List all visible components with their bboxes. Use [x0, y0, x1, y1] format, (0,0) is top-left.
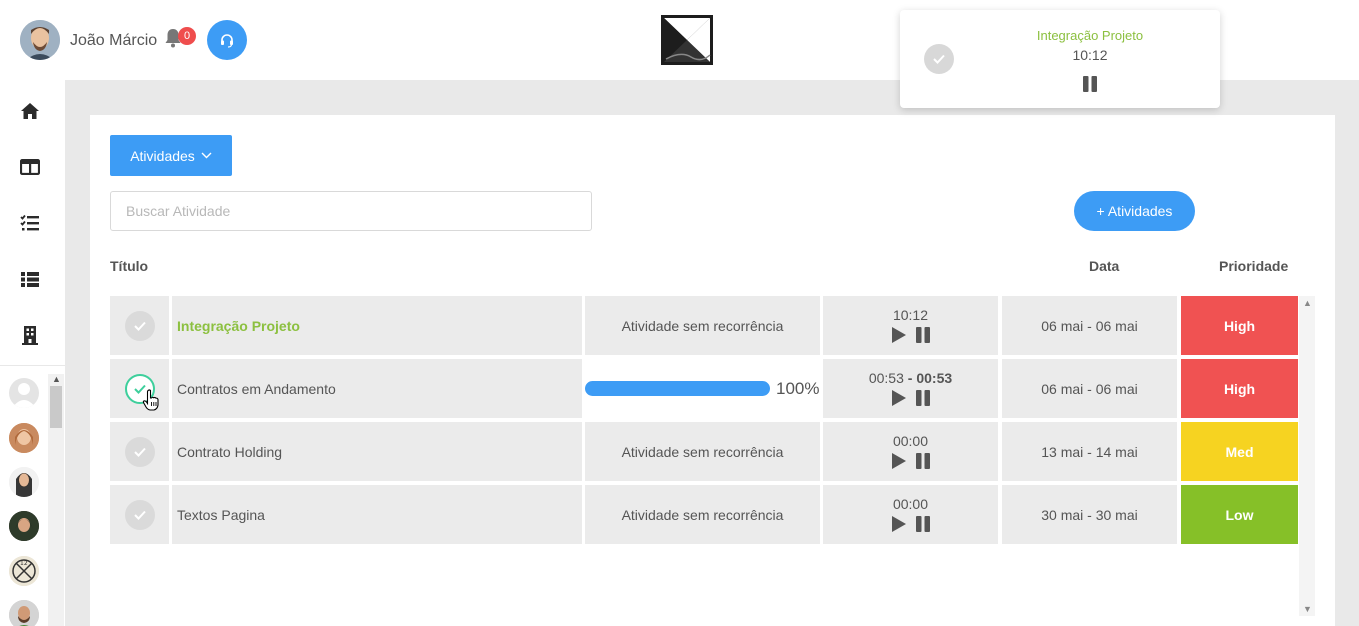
timer-value: 00:00 — [892, 496, 929, 512]
pause-icon[interactable] — [915, 390, 931, 406]
row-check-cell — [110, 422, 169, 481]
pause-icon — [1083, 76, 1097, 92]
members-scrollbar[interactable]: ▲ — [48, 374, 64, 626]
timer-cell: 00:53 - 00:53 — [823, 359, 998, 418]
date-range: 06 mai - 06 mai — [1002, 296, 1177, 355]
check-icon — [133, 321, 146, 331]
recurrence-label: Atividade sem recorrência — [585, 485, 820, 544]
check-icon — [133, 510, 146, 520]
scroll-down-icon[interactable]: ▼ — [1303, 604, 1312, 614]
support-button[interactable] — [207, 20, 247, 60]
column-header-date: Data — [1089, 258, 1120, 274]
priority-badge: Med — [1181, 422, 1298, 481]
progress-bar — [585, 381, 770, 396]
priority-badge: High — [1181, 359, 1298, 418]
activities-dropdown-button[interactable]: Atividades — [110, 135, 232, 176]
list-icon[interactable] — [19, 268, 41, 290]
priority-badge: Low — [1181, 485, 1298, 544]
notification-badge: 0 — [178, 27, 196, 45]
chevron-down-icon — [201, 152, 212, 159]
date-range: 06 mai - 06 mai — [1002, 359, 1177, 418]
member-avatar[interactable] — [9, 467, 39, 497]
active-timer-time: 10:12 — [1072, 47, 1108, 63]
recurrence-label: Atividade sem recorrência — [585, 296, 820, 355]
scroll-up-icon[interactable]: ▲ — [52, 374, 61, 384]
home-icon[interactable] — [19, 100, 41, 122]
member-avatar[interactable] — [9, 511, 39, 541]
scroll-thumb[interactable] — [50, 386, 62, 428]
table-scrollbar[interactable]: ▲ ▼ — [1299, 296, 1315, 616]
timer-cell: 00:00 — [823, 422, 998, 481]
hand-cursor-icon — [142, 389, 160, 416]
add-activity-button[interactable]: + Atividades — [1074, 191, 1195, 231]
member-avatar[interactable]: 12 — [9, 556, 39, 586]
date-range: 13 mai - 14 mai — [1002, 422, 1177, 481]
active-timer-title: Integração Projeto — [1036, 28, 1144, 43]
active-timer-card: Integração Projeto 10:12 — [900, 10, 1220, 108]
check-icon — [133, 447, 146, 457]
complete-activity-button[interactable] — [124, 436, 155, 467]
timer-cell: 00:00 — [823, 485, 998, 544]
activity-title[interactable]: Textos Pagina — [172, 485, 582, 544]
row-check-cell — [110, 359, 169, 418]
row-check-cell — [110, 296, 169, 355]
pause-icon[interactable] — [915, 516, 931, 532]
column-header-title: Título — [110, 258, 149, 274]
row-check-cell — [110, 485, 169, 544]
timer-cell: 10:12 — [823, 296, 998, 355]
progress-label: 100% — [776, 378, 820, 398]
team-members-list: 12 ▲ — [0, 365, 65, 626]
play-icon[interactable] — [891, 389, 907, 407]
timer-value: 10:12 — [892, 307, 929, 323]
timer-value: 00:00 — [892, 433, 929, 449]
pause-icon[interactable] — [915, 327, 931, 343]
columns-icon[interactable] — [19, 156, 41, 178]
play-icon[interactable] — [891, 452, 907, 470]
member-avatar[interactable] — [9, 600, 39, 626]
activities-dropdown-label: Atividades — [130, 147, 195, 164]
scroll-up-icon[interactable]: ▲ — [1303, 298, 1312, 308]
timer-total: - 00:53 — [907, 370, 953, 386]
play-icon[interactable] — [891, 515, 907, 533]
user-name[interactable]: João Márcio — [70, 32, 157, 50]
pause-button[interactable] — [1082, 76, 1098, 97]
svg-text:12: 12 — [20, 560, 28, 567]
timer-elapsed: 00:53 — [868, 370, 904, 386]
column-header-priority: Prioridade — [1219, 258, 1289, 274]
activity-title[interactable]: Contrato Holding — [172, 422, 582, 481]
user-avatar[interactable] — [20, 20, 60, 60]
play-icon[interactable] — [891, 326, 907, 344]
activity-title[interactable]: Contratos em Andamento — [172, 359, 582, 418]
activity-title[interactable]: Integração Projeto — [172, 296, 582, 355]
brand-logo[interactable] — [661, 15, 713, 65]
building-icon[interactable] — [19, 324, 41, 346]
search-input[interactable] — [110, 191, 592, 231]
date-range: 30 mai - 30 mai — [1002, 485, 1177, 544]
member-avatar[interactable] — [9, 423, 39, 453]
pause-icon[interactable] — [915, 453, 931, 469]
complete-activity-button[interactable] — [124, 499, 155, 530]
recurrence-label: Atividade sem recorrência — [585, 422, 820, 481]
progress-cell: 100% — [585, 359, 820, 418]
headset-icon — [221, 34, 233, 48]
priority-badge: High — [1181, 296, 1298, 355]
checklist-icon[interactable] — [19, 212, 41, 234]
member-avatar[interactable] — [9, 378, 39, 408]
complete-activity-button[interactable] — [124, 310, 155, 341]
